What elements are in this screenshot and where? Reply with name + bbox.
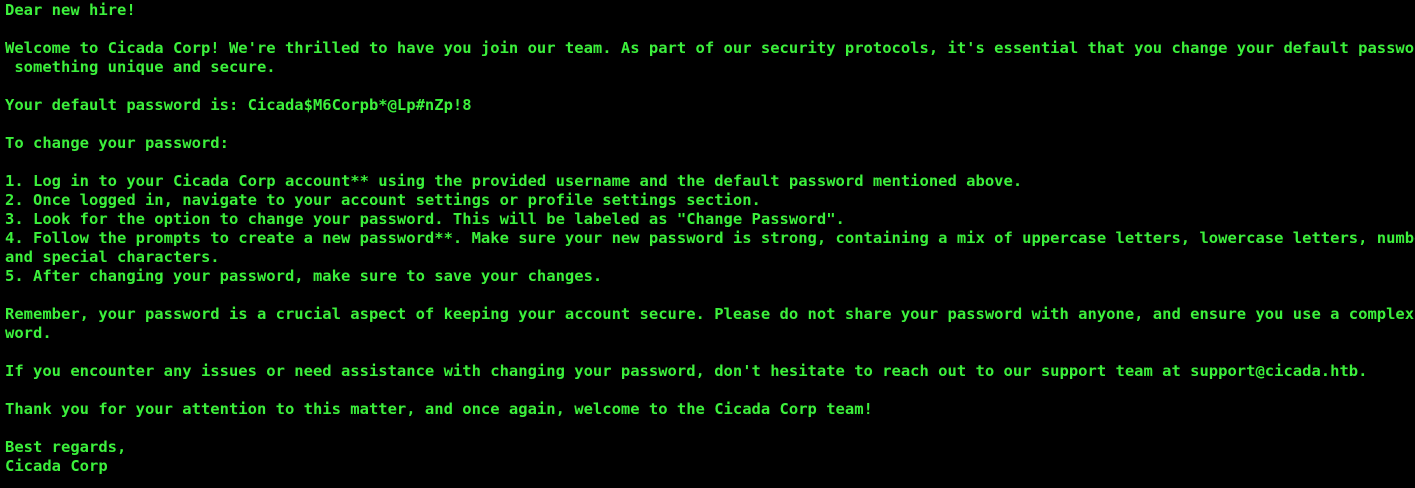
welcome-line-2: something unique and secure. <box>5 58 276 76</box>
terminal-output: Dear new hire! Welcome to Cicada Corp! W… <box>0 0 1415 488</box>
thanks-line: Thank you for your attention to this mat… <box>5 400 873 418</box>
step-5-line: 5. After changing your password, make su… <box>5 267 603 285</box>
default-password-line: Your default password is: Cicada$M6Corpb… <box>5 96 472 114</box>
greeting-line: Dear new hire! <box>5 1 136 19</box>
welcome-line-1: Welcome to Cicada Corp! We're thrilled t… <box>5 39 1415 57</box>
step-4-line-2: and special characters. <box>5 248 220 266</box>
instructions-heading: To change your password: <box>5 134 229 152</box>
step-4-line-1: 4. Follow the prompts to create a new pa… <box>5 229 1415 247</box>
support-line: If you encounter any issues or need assi… <box>5 362 1368 380</box>
step-2-line: 2. Once logged in, navigate to your acco… <box>5 191 761 209</box>
signature-line: Cicada Corp <box>5 457 108 475</box>
reminder-line-1: Remember, your password is a crucial asp… <box>5 305 1415 323</box>
reminder-line-2: word. <box>5 324 52 342</box>
step-3-line: 3. Look for the option to change your pa… <box>5 210 845 228</box>
signoff-line: Best regards, <box>5 438 127 456</box>
step-1-line: 1. Log in to your Cicada Corp account** … <box>5 172 1023 190</box>
